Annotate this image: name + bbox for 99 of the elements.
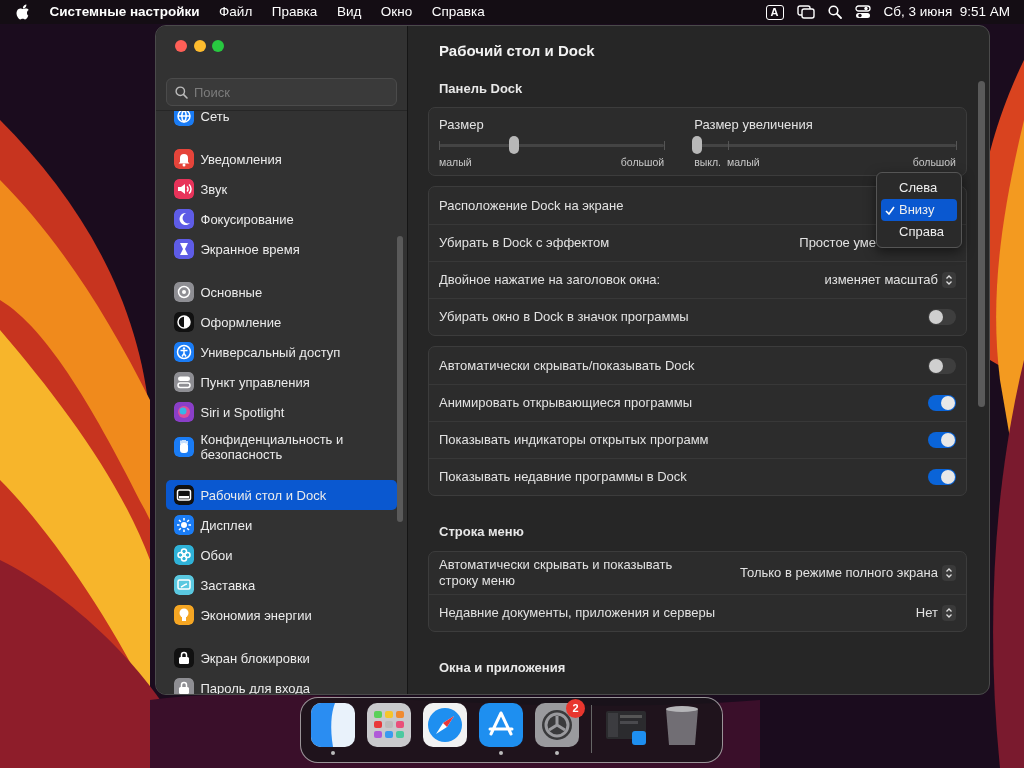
sidebar-item[interactable]: Универсальный доступ: [166, 337, 397, 367]
compass-icon[interactable]: [423, 703, 467, 747]
search-icon: [175, 86, 188, 99]
scale-label: малый: [439, 156, 472, 169]
slider-thumb[interactable]: [508, 136, 519, 154]
setting-label: Двойное нажатие на заголовок окна:: [439, 272, 661, 288]
dock-icon: [174, 485, 194, 505]
toggle-switch[interactable]: [928, 432, 956, 448]
slider-thumb[interactable]: [692, 136, 703, 154]
sidebar-item[interactable]: Уведомления: [166, 144, 397, 174]
menu-item[interactable]: Правка: [271, 1, 318, 23]
sidebar-item[interactable]: Рабочий стол и Dock: [166, 480, 397, 510]
menu-item[interactable]: Системные настройки: [49, 1, 200, 23]
popup-button[interactable]: изменяет масштаб: [824, 270, 956, 290]
sidebar-item[interactable]: Обои: [166, 540, 397, 570]
app-grid-icon[interactable]: [367, 703, 411, 747]
orb-icon: [174, 402, 194, 422]
menu-item[interactable]: Справка: [431, 1, 485, 23]
sidebar-item[interactable]: Заставка: [166, 570, 397, 600]
setting-label: Убирать в Dock с эффектом: [439, 235, 610, 251]
apple-icon[interactable]: [16, 4, 30, 20]
scale-label: выкл.: [694, 156, 722, 169]
section-heading: Панель Dock: [438, 79, 524, 98]
bell-icon: [174, 149, 194, 169]
close-button[interactable]: [175, 40, 187, 52]
slider-label: Размер: [439, 117, 485, 133]
menu-option[interactable]: Слева: [881, 177, 957, 199]
menu-item[interactable]: Вид: [336, 1, 362, 23]
scale-label: большой: [912, 156, 956, 169]
windows-icon[interactable]: [796, 5, 815, 19]
slider[interactable]: [439, 136, 665, 154]
menu-item[interactable]: Файл: [219, 1, 253, 23]
window-title: Рабочий стол и Dock: [438, 41, 596, 61]
menu-option[interactable]: Внизу: [881, 199, 957, 221]
section-heading: Окна и приложения: [438, 658, 567, 677]
sidebar-item[interactable]: Конфиденциальность и безопасность: [166, 427, 397, 467]
screen-icon: [174, 575, 194, 595]
setting-label: Недавние документы, приложения и серверы: [439, 604, 715, 621]
setting-label: Показывать недавние программы в Dock: [439, 469, 687, 485]
popup-button[interactable]: Нет: [915, 602, 956, 623]
sidebar-item[interactable]: Основные: [166, 277, 397, 307]
toggle-switch[interactable]: [928, 469, 956, 485]
search-icon[interactable]: [827, 5, 842, 19]
bulb-icon: [174, 605, 194, 625]
scale-label: большой: [620, 156, 665, 169]
stepper-icon: [942, 604, 956, 621]
popup-button[interactable]: Простое уме: [799, 233, 876, 253]
sidebar-item[interactable]: Дисплеи: [166, 510, 397, 540]
setting-label: Показывать индикаторы открытых программ: [439, 432, 709, 448]
minimize-button[interactable]: [193, 40, 206, 52]
toggle-switch[interactable]: [928, 309, 956, 325]
menu-item[interactable]: Окно: [380, 1, 413, 23]
app-store-icon[interactable]: [479, 703, 523, 747]
section-heading: Строка меню: [438, 523, 525, 541]
sidebar-item[interactable]: Фокусирование: [166, 204, 397, 234]
sidebar-item[interactable]: Экран блокировки: [166, 643, 397, 673]
popup-button[interactable]: Только в режиме полного экрана: [740, 562, 956, 583]
notification-count: 2: [566, 699, 585, 718]
search-field[interactable]: Поиск: [166, 78, 397, 106]
lock-icon: [174, 678, 194, 694]
scale-label: малый: [727, 156, 760, 169]
setting-label: Автоматически скрывать и показывать строку меню: [439, 556, 674, 589]
sidebar-item[interactable]: Экономия энергии: [166, 600, 397, 630]
toggle-switch[interactable]: [928, 357, 956, 374]
sidebar-item[interactable]: Сеть: [166, 111, 397, 131]
slider[interactable]: [694, 136, 956, 154]
sidebar-item[interactable]: Оформление: [166, 307, 397, 337]
sidebar-item[interactable]: Звук: [166, 174, 397, 204]
gear-icon[interactable]: [535, 703, 579, 747]
lock-icon: [174, 648, 194, 668]
gear-icon: [174, 282, 194, 302]
hourglass-icon: [174, 239, 194, 259]
speaker-icon: [174, 179, 194, 199]
setting-label: Автоматически скрывать/показывать Dock: [439, 357, 695, 374]
moon-icon: [174, 209, 194, 229]
scrollbar[interactable]: [978, 81, 985, 407]
stepper-icon: [942, 564, 956, 581]
accessibility-icon: [174, 342, 194, 362]
flower-icon: [174, 545, 194, 565]
contrast-icon: [174, 312, 194, 332]
toggle-switch[interactable]: [928, 395, 956, 411]
menu-option[interactable]: Справа: [881, 221, 957, 243]
sun-icon: [174, 515, 194, 535]
setting-label: Анимировать открывающиеся программы: [439, 395, 692, 411]
setting-label: Расположение Dock на экране: [439, 197, 624, 214]
sidebar-item[interactable]: Экранное время: [166, 234, 397, 264]
control-center-icon[interactable]: [854, 5, 871, 19]
toggles-icon: [174, 372, 194, 392]
sidebar-item[interactable]: Siri и Spotlight: [166, 397, 397, 427]
clock[interactable]: Сб, 3 июня 9:51 AM: [883, 1, 1010, 23]
checkmark-icon: [885, 206, 895, 216]
scrollbar[interactable]: [397, 236, 403, 522]
zoom-button[interactable]: [212, 40, 224, 52]
globe-icon: [174, 111, 194, 126]
slider-label: Размер увеличения: [694, 117, 814, 133]
setting-label: Убирать окно в Dock в значок программы: [439, 309, 689, 325]
sidebar-item[interactable]: Пункт управления: [166, 367, 397, 397]
stepper-icon: [942, 272, 956, 288]
input-source-indicator[interactable]: A: [765, 4, 784, 20]
